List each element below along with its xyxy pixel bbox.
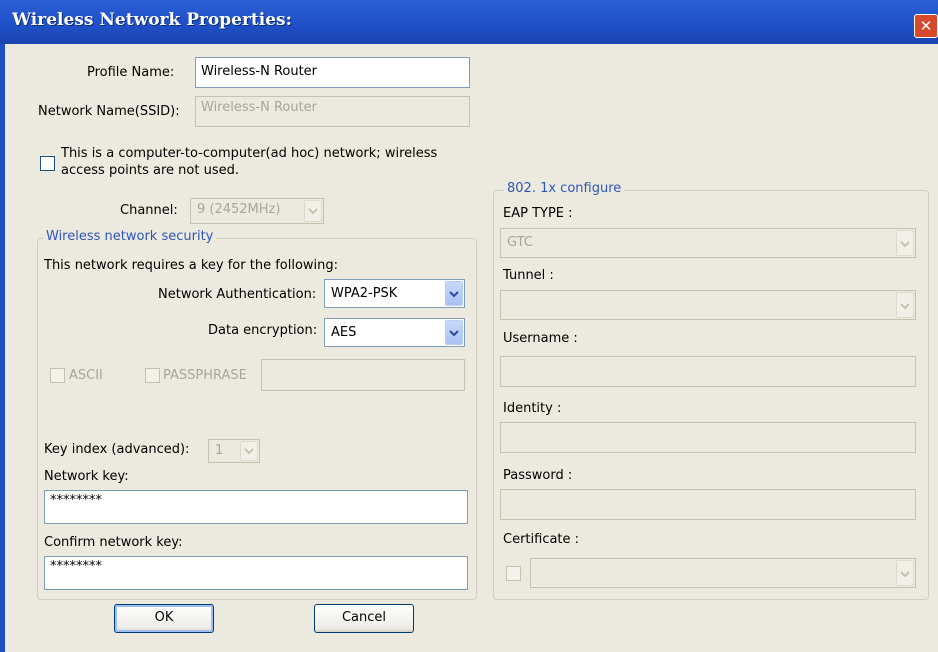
chevron-down-icon [896, 560, 914, 586]
window-frame [0, 44, 5, 652]
close-icon[interactable]: ✕ [914, 14, 938, 38]
network-key-input[interactable]: ******** [44, 490, 468, 524]
certificate-label: Certificate : [503, 532, 580, 547]
certificate-select[interactable] [530, 558, 916, 588]
passphrase-checkbox[interactable] [145, 368, 160, 383]
key-index-label: Key index (advanced): [44, 442, 190, 457]
title-bar[interactable]: Wireless Network Properties: ✕ [0, 0, 938, 44]
profile-name-input[interactable]: Wireless-N Router [195, 57, 470, 88]
adhoc-checkbox[interactable] [40, 156, 55, 171]
key-index-select[interactable]: 1 [208, 439, 260, 463]
eap-type-label: EAP TYPE : [503, 206, 573, 221]
chevron-down-icon [896, 292, 914, 318]
tunnel-label: Tunnel : [503, 268, 554, 283]
username-input[interactable] [500, 356, 916, 387]
identity-input[interactable] [500, 422, 916, 453]
eap-legend: 802. 1x configure [504, 181, 625, 196]
encryption-label: Data encryption: [208, 323, 318, 338]
requires-text: This network requires a key for the foll… [44, 258, 339, 273]
security-legend: Wireless network security [43, 229, 217, 244]
channel-value: 9 (2452MHz) [197, 202, 281, 217]
ascii-checkbox[interactable] [50, 368, 65, 383]
certificate-checkbox[interactable] [506, 566, 521, 581]
tunnel-select[interactable] [500, 290, 916, 320]
ssid-label: Network Name(SSID): [38, 104, 180, 119]
auth-label: Network Authentication: [158, 287, 317, 302]
encryption-value: AES [331, 325, 357, 340]
network-key-label: Network key: [44, 469, 129, 484]
adhoc-label-line1: This is a computer-to-computer(ad hoc) n… [61, 146, 438, 161]
cancel-button-label: Cancel [341, 610, 387, 625]
dialog-window: Wireless Network Properties: ✕ Profile N… [0, 0, 938, 652]
confirm-key-input[interactable]: ******** [44, 556, 468, 590]
identity-label: Identity : [503, 401, 562, 416]
channel-label: Channel: [120, 203, 178, 218]
chevron-down-icon [445, 281, 463, 306]
profile-name-label: Profile Name: [87, 65, 175, 80]
auth-select[interactable]: WPA2-PSK [324, 279, 465, 308]
channel-select[interactable]: 9 (2452MHz) [190, 198, 324, 224]
cancel-button[interactable]: Cancel [314, 604, 414, 633]
ok-button[interactable]: OK [114, 604, 214, 633]
username-label: Username : [503, 331, 578, 346]
passphrase-label: PASSPHRASE [163, 368, 247, 383]
encryption-select[interactable]: AES [324, 318, 465, 347]
password-label: Password : [503, 468, 573, 483]
chevron-down-icon [445, 320, 463, 345]
eap-type-select[interactable]: GTC [500, 228, 916, 258]
chevron-down-icon [240, 441, 258, 461]
key-index-value: 1 [215, 443, 224, 458]
ssid-input[interactable]: Wireless-N Router [195, 96, 470, 127]
chevron-down-icon [896, 230, 914, 256]
eap-type-value: GTC [507, 235, 533, 250]
ascii-label: ASCII [69, 368, 103, 383]
adhoc-label-line2: access points are not used. [61, 163, 239, 178]
confirm-key-label: Confirm network key: [44, 535, 183, 550]
ok-button-label: OK [154, 610, 174, 625]
window-title: Wireless Network Properties: [12, 10, 292, 30]
passphrase-input[interactable] [261, 359, 465, 391]
password-input[interactable] [500, 489, 916, 520]
chevron-down-icon [304, 200, 322, 222]
auth-value: WPA2-PSK [331, 286, 398, 301]
